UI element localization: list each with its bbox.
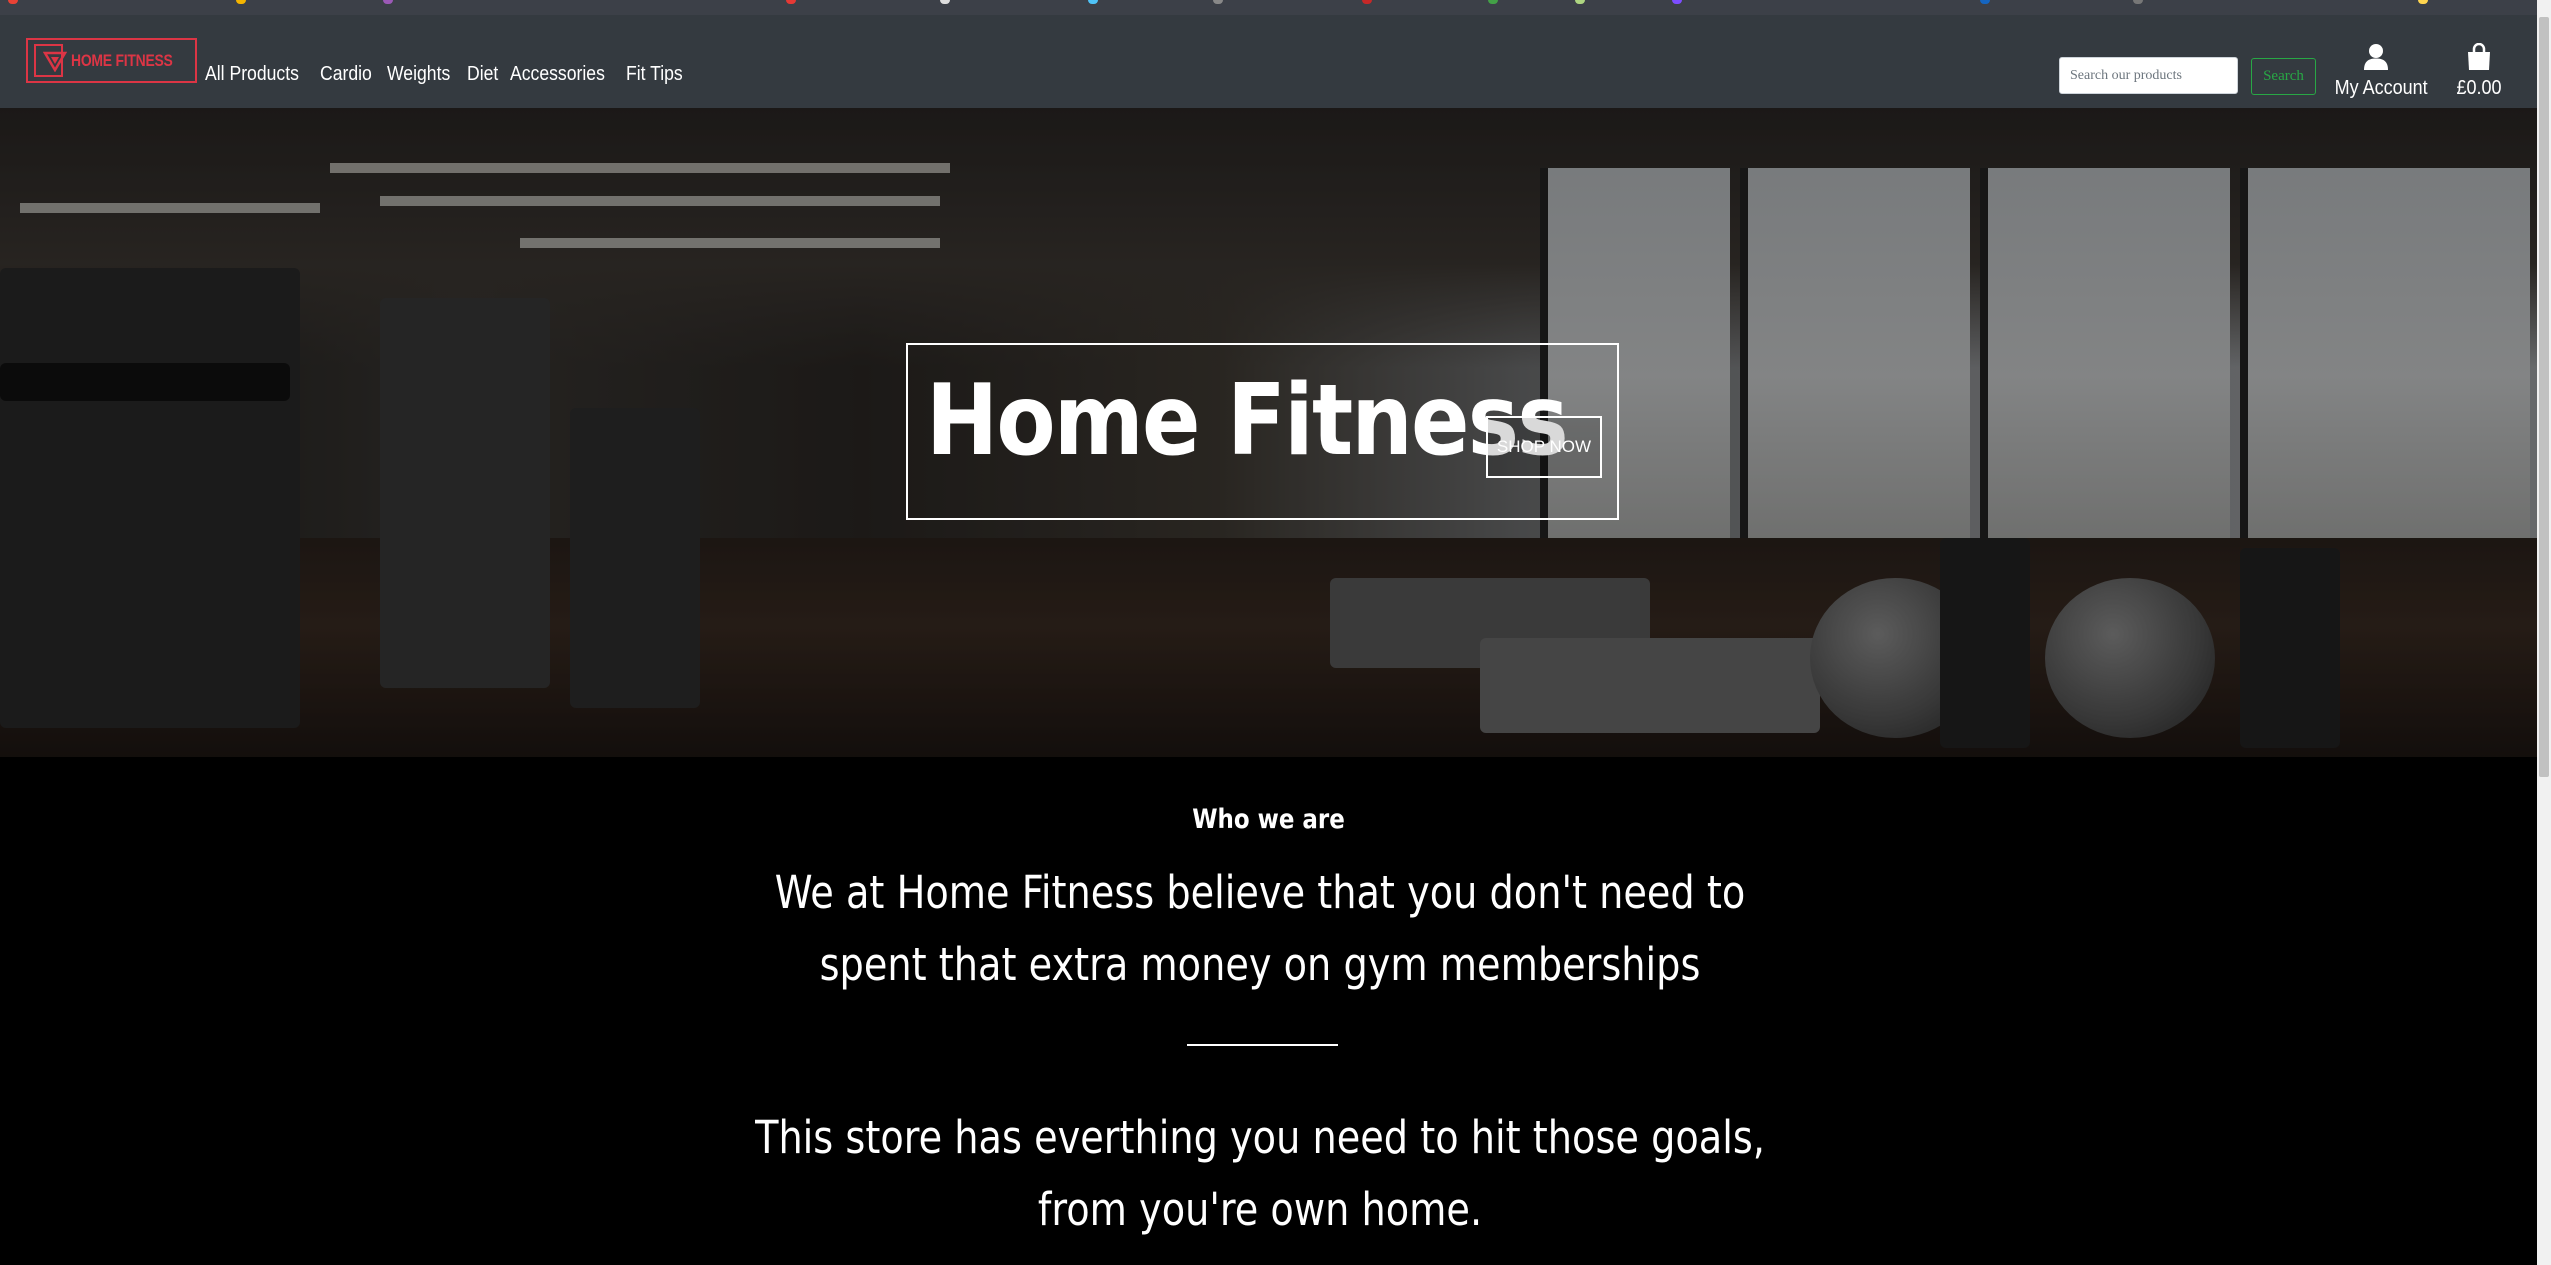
nav-weights[interactable]: Weights [387, 63, 450, 86]
about-statement: We at Home Fitness believe that you don'… [774, 866, 1746, 991]
navbar: HOME FITNESS All Products Cardio Weights… [0, 15, 2537, 108]
user-icon [2363, 44, 2389, 75]
nav-accessories[interactable]: Accessories [510, 63, 605, 86]
brand-logo[interactable]: HOME FITNESS [26, 38, 197, 83]
my-account-label: My Account [2334, 77, 2428, 99]
scrollbar-thumb[interactable] [2539, 17, 2549, 777]
search-input[interactable] [2059, 57, 2238, 94]
shopping-bag-icon [2467, 42, 2491, 75]
hero-title: Home Fitness [926, 364, 1569, 478]
section-divider [1187, 1044, 1338, 1046]
hero-banner: Home Fitness SHOP NOW [0, 108, 2537, 757]
shop-now-button[interactable]: SHOP NOW [1486, 416, 1602, 478]
nav-all-products[interactable]: All Products [205, 63, 299, 86]
page-scrollbar[interactable] [2537, 0, 2551, 1265]
my-account-link[interactable]: My Account [2330, 43, 2428, 100]
nav-cardio[interactable]: Cardio [320, 63, 372, 86]
about-heading: Who we are [1192, 804, 1345, 835]
nav-diet[interactable]: Diet [467, 63, 498, 86]
about-section: Who we are We at Home Fitness believe th… [0, 757, 2537, 1265]
triangle-logo-icon [34, 44, 67, 77]
cart-link[interactable]: £0.00 [2454, 42, 2504, 100]
about-statement-2: This store has everthing you need to hit… [755, 1111, 1765, 1236]
main-nav: All Products Cardio Weights Diet Accesso… [205, 63, 683, 86]
search-button[interactable]: Search [2251, 58, 2316, 95]
cart-total: £0.00 [2456, 77, 2502, 99]
nav-fit-tips[interactable]: Fit Tips [626, 63, 683, 86]
browser-bookmark-strip [0, 0, 2537, 15]
hero-title-box: Home Fitness SHOP NOW [906, 343, 1619, 520]
brand-name: HOME FITNESS [71, 50, 173, 70]
